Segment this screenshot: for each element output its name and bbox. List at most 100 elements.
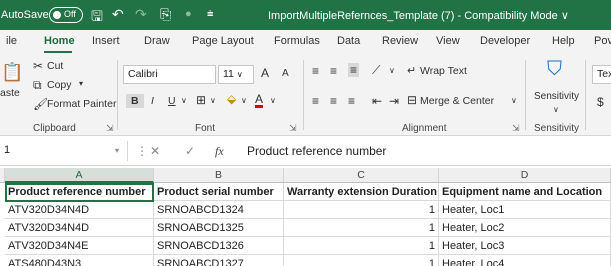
paste-label[interactable]: aste [0,87,20,99]
tab-home[interactable]: Home [44,35,75,47]
decrease-indent-icon[interactable]: ⇤ [372,94,382,108]
clipboard-group-label: Clipboard [33,123,76,134]
column-header-b[interactable]: B [154,168,284,183]
sensitivity-dropdown-icon[interactable]: ∨ [553,105,559,114]
number-format-value: Tex [597,68,611,80]
fill-color-icon[interactable]: ⬙ [227,92,236,106]
align-middle-icon[interactable]: ≡ [330,64,337,78]
cell-d2[interactable]: Heater, Loc1 [439,201,611,219]
cell-d3[interactable]: Heater, Loc2 [439,219,611,237]
cell-b2[interactable]: SRNOABCD1324 [154,201,284,219]
cell-a2[interactable]: ATV320D34N4D [5,201,154,219]
cell-a3[interactable]: ATV320D34N4D [5,219,154,237]
merge-dropdown-icon[interactable]: ∨ [511,96,517,105]
wrap-text-icon[interactable]: ↵ [407,64,416,77]
formula-input[interactable]: Product reference number [247,144,386,158]
tab-view[interactable]: View [436,35,460,47]
name-box[interactable]: 1 [0,141,128,161]
bold-button[interactable]: B [126,94,144,108]
redo-icon[interactable]: ↷ [135,6,147,23]
ribbon: 📋 aste ✂ Cut ⧉ Copy ▾ 🖌 Format Painter C… [0,54,611,136]
clipboard-launcher-icon[interactable]: ⇲ [106,123,114,134]
tab-page-layout[interactable]: Page Layout [192,35,254,47]
font-name-select[interactable]: Calibri [123,65,216,84]
align-bottom-icon[interactable]: ≡ [348,63,360,77]
cell-c2[interactable]: 1 [284,201,439,219]
grow-font-button[interactable]: A [261,66,269,80]
align-top-icon[interactable]: ≡ [312,64,319,78]
paste-icon[interactable]: 📋 [1,62,23,83]
tab-file[interactable]: ile [6,35,17,47]
fill-dropdown-icon[interactable]: ∨ [241,96,247,105]
tab-review[interactable]: Review [382,35,418,47]
enter-icon[interactable]: ✓ [185,144,195,158]
orientation-dropdown-icon[interactable]: ∨ [389,66,395,75]
currency-button[interactable]: $ [597,95,604,109]
save-icon[interactable]: 🖫 [91,6,103,30]
merge-center-button[interactable]: Merge & Center [420,95,494,107]
document-title[interactable]: ImportMultipleRefernces_Template (7) - C… [268,9,569,22]
cancel-icon[interactable]: ✕ [150,144,160,158]
cell-a5[interactable]: ATS480D43N3 [5,255,154,266]
borders-dropdown-icon[interactable]: ∨ [210,96,216,105]
tab-formulas[interactable]: Formulas [274,35,320,47]
cell-d4[interactable]: Heater, Loc3 [439,237,611,255]
cut-button[interactable]: Cut [47,60,63,72]
cell-c5[interactable]: 1 [284,255,439,266]
cell-c3[interactable]: 1 [284,219,439,237]
cell-b3[interactable]: SRNOABCD1325 [154,219,284,237]
font-launcher-icon[interactable]: ⇲ [289,123,297,134]
cell-c4[interactable]: 1 [284,237,439,255]
align-right-icon[interactable]: ≡ [348,94,355,108]
cell-c1[interactable]: Warranty extension Duration [284,183,439,201]
alignment-launcher-icon[interactable]: ⇲ [512,123,520,134]
borders-icon[interactable]: ⊞ [196,93,206,107]
circle-icon[interactable]: ● [185,8,192,20]
tab-draw[interactable]: Draw [144,35,170,47]
format-painter-button[interactable]: Format Painter [47,98,116,110]
cell-b1[interactable]: Product serial number [154,183,284,201]
tab-data[interactable]: Data [337,35,360,47]
cell-d1[interactable]: Equipment name and Location [439,183,611,201]
copy-button[interactable]: Copy [47,79,72,91]
cell-b5[interactable]: SRNOABCD1327 [154,255,284,266]
autosave-toggle[interactable]: Off [49,7,83,23]
copy-dropdown-icon[interactable]: ▾ [79,79,83,88]
align-left-icon[interactable]: ≡ [312,94,319,108]
sensitivity-button[interactable]: Sensitivity [534,91,579,102]
orientation-icon[interactable]: ⟋ [372,63,380,78]
column-header-d[interactable]: D [439,168,611,183]
column-header-a[interactable]: A [5,168,154,183]
font-color-button[interactable]: A [255,93,264,108]
tab-power[interactable]: Pov [594,35,611,47]
wrap-text-button[interactable]: Wrap Text [420,65,467,77]
underline-dropdown-icon[interactable]: ∨ [181,96,187,105]
tab-developer[interactable]: Developer [480,35,530,47]
divider [303,60,304,130]
insert-function-icon[interactable]: fx [215,144,224,159]
cell-d5[interactable]: Heater, Loc4 [439,255,611,266]
quick-access-icon[interactable]: ⎘ [160,6,171,23]
customize-toolbar-icon[interactable]: ⩧ [207,8,213,21]
merge-center-icon[interactable]: ⊟ [407,93,417,107]
cell-a4[interactable]: ATV320D34N4E [5,237,154,255]
format-painter-icon[interactable]: 🖌 [33,97,48,111]
undo-icon[interactable]: ↶ [112,6,124,23]
tab-insert[interactable]: Insert [92,35,120,47]
tab-help[interactable]: Help [552,35,575,47]
underline-button[interactable]: U [168,95,176,107]
italic-button[interactable]: I [151,95,154,107]
scissors-icon[interactable]: ✂ [33,59,43,73]
copy-icon[interactable]: ⧉ [33,78,42,93]
column-header-c[interactable]: C [284,168,439,183]
sensitivity-icon[interactable]: ⛉ [547,58,562,81]
name-box-dropdown-icon[interactable]: ▾ [115,146,119,155]
number-format-select[interactable]: Tex [592,65,611,84]
align-center-icon[interactable]: ≡ [330,94,337,108]
cell-b4[interactable]: SRNOABCD1326 [154,237,284,255]
font-color-dropdown-icon[interactable]: ∨ [270,96,276,105]
font-name-value: Calibri [128,68,158,80]
font-size-select[interactable]: 11 ∨ [218,65,254,84]
shrink-font-button[interactable]: A [282,68,289,79]
increase-indent-icon[interactable]: ⇥ [389,94,399,108]
